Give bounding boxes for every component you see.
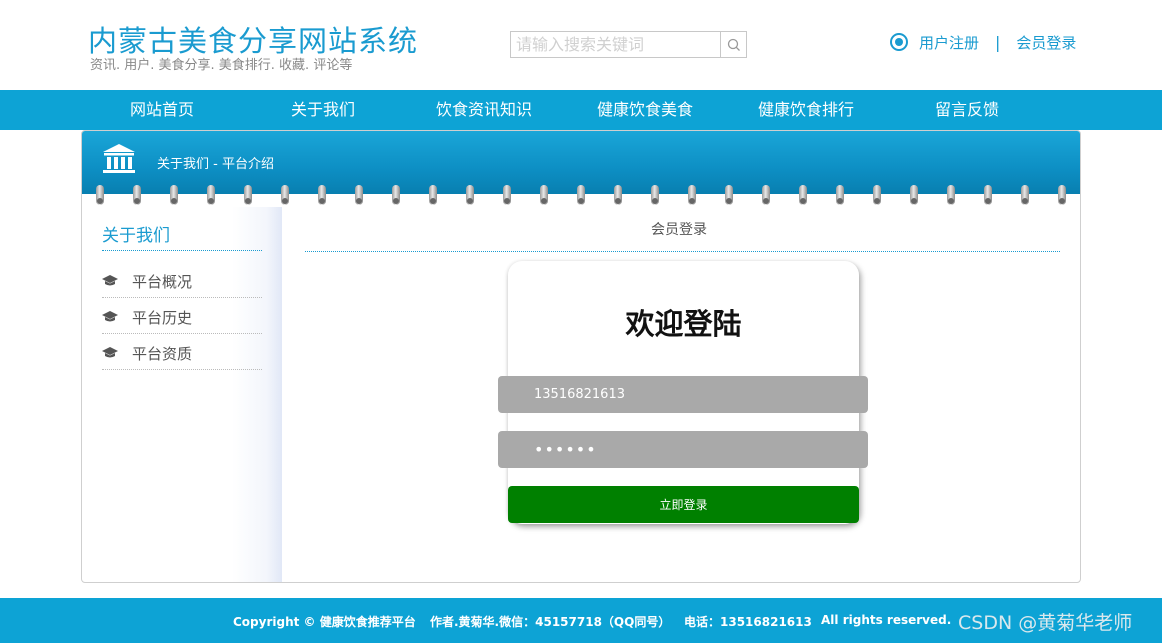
login-heading: 欢迎登陆	[625, 307, 742, 341]
footer-author: 作者.黄菊华.微信：45157718（QQ同号）	[430, 615, 671, 629]
search-box	[510, 31, 747, 58]
sidebar-title-divider	[102, 250, 262, 251]
sidebar-title: 关于我们	[102, 226, 170, 246]
sidebar-item-overview[interactable]: 平台概况	[102, 262, 262, 298]
watermark: CSDN @黄菊华老师	[958, 612, 1133, 634]
register-link[interactable]: 用户注册	[919, 32, 979, 53]
main-title-divider	[305, 251, 1060, 252]
binder-ring	[355, 185, 363, 205]
main-nav: 网站首页 关于我们 饮食资讯知识 健康饮食美食 健康饮食排行 留言反馈	[0, 90, 1162, 130]
sidebar-item-history[interactable]: 平台历史	[102, 298, 262, 334]
binder-ring	[1021, 185, 1029, 205]
nav-item-ranking[interactable]: 健康饮食排行	[758, 90, 854, 130]
graduation-cap-icon	[102, 275, 118, 286]
binder-ring	[725, 185, 733, 205]
sidebar-item-label: 平台资质	[132, 345, 193, 363]
sidebar-item-label: 平台历史	[132, 309, 193, 327]
binder-ring	[281, 185, 289, 205]
binder-ring	[392, 185, 400, 205]
binder-ring	[984, 185, 992, 205]
site-footer: Copyright © 健康饮食推荐平台 作者.黄菊华.微信：45157718（…	[0, 598, 1162, 643]
sidebar-item-label: 平台概况	[132, 273, 193, 291]
binder-ring	[429, 185, 437, 205]
nav-item-healthy-food[interactable]: 健康饮食美食	[597, 90, 693, 130]
nav-item-about[interactable]: 关于我们	[291, 90, 355, 130]
binder-ring	[133, 185, 141, 205]
binder-ring	[1058, 185, 1066, 205]
nav-item-feedback[interactable]: 留言反馈	[935, 90, 999, 130]
content-panel: 关于我们 - 平台介绍 关于我们 平台概况 平台历史 平台资质 会员登录 欢迎登…	[81, 130, 1081, 583]
site-header: 内蒙古美食分享网站系统 资讯. 用户. 美食分享. 美食排行. 收藏. 评论等 …	[0, 0, 1162, 90]
footer-phone: 电话：13516821613	[684, 615, 812, 629]
top-links: 用户注册 | 会员登录	[890, 32, 1076, 52]
username-field[interactable]	[498, 376, 868, 413]
binder-ring	[947, 185, 955, 205]
radio-circle-icon	[890, 33, 908, 51]
binder-ring	[466, 185, 474, 205]
search-icon	[727, 38, 740, 51]
binder-ring	[244, 185, 252, 205]
binder-ring	[873, 185, 881, 205]
binder-ring	[577, 185, 585, 205]
sidebar-item-qualification[interactable]: 平台资质	[102, 334, 262, 370]
search-button[interactable]	[720, 32, 746, 57]
graduation-cap-icon	[102, 347, 118, 358]
binder-ring	[799, 185, 807, 205]
binder-ring	[836, 185, 844, 205]
binder-ring	[651, 185, 659, 205]
panel-title: 关于我们 - 平台介绍	[157, 157, 274, 172]
nav-item-diet-news[interactable]: 饮食资讯知识	[436, 90, 532, 130]
binder-ring	[207, 185, 215, 205]
member-login-link[interactable]: 会员登录	[1016, 32, 1076, 53]
site-subtitle: 资讯. 用户. 美食分享. 美食排行. 收藏. 评论等	[90, 58, 353, 73]
main-section-title: 会员登录	[651, 222, 707, 238]
search-input[interactable]	[511, 32, 720, 57]
footer-copyright: Copyright © 健康饮食推荐平台	[233, 615, 416, 629]
nav-item-home[interactable]: 网站首页	[130, 90, 194, 130]
graduation-cap-icon	[102, 311, 118, 322]
bank-building-icon	[103, 144, 135, 173]
link-separator: |	[995, 32, 1001, 52]
password-field[interactable]	[498, 431, 868, 468]
binder-ring	[96, 185, 104, 205]
binder-ring	[910, 185, 918, 205]
binder-ring	[503, 185, 511, 205]
binder-ring	[540, 185, 548, 205]
binder-ring	[688, 185, 696, 205]
binder-ring	[762, 185, 770, 205]
footer-rights: All rights reserved.	[821, 613, 952, 627]
login-submit-button[interactable]: 立即登录	[508, 486, 859, 523]
binder-rings	[82, 185, 1080, 207]
binder-ring	[170, 185, 178, 205]
binder-ring	[318, 185, 326, 205]
binder-ring	[614, 185, 622, 205]
